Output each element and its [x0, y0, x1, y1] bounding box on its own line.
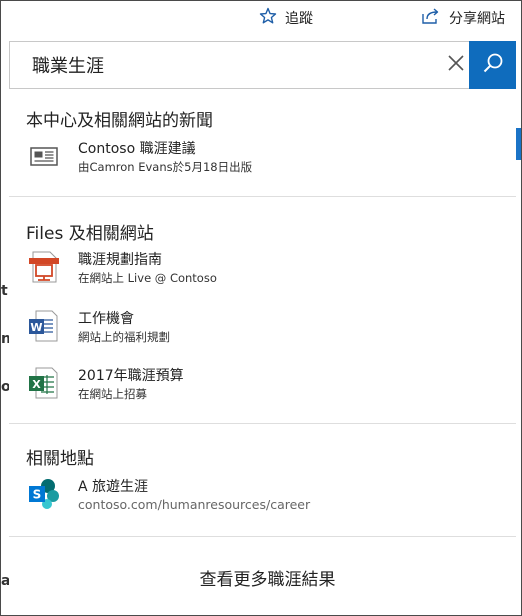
site-result-item[interactable]: S A 旅遊生涯 contoso.com/humanresources/care… — [26, 476, 506, 520]
file-result-item[interactable]: W 工作機會 網站上的福利規劃 — [26, 308, 506, 352]
section-title: 本中心及相關網站的新聞 — [26, 111, 213, 131]
share-site-button[interactable]: 分享網站 — [421, 7, 505, 29]
share-label: 分享網站 — [449, 11, 505, 27]
result-url: contoso.com/humanresources/career — [78, 497, 311, 512]
file-result-item[interactable]: 職涯規劃指南 在網站上 Live @ Contoso — [26, 249, 506, 293]
search-icon — [482, 52, 504, 78]
search-box — [9, 41, 516, 89]
search-button[interactable] — [469, 41, 516, 89]
svg-text:X: X — [32, 378, 41, 391]
share-icon — [421, 7, 441, 29]
sharepoint-site-icon: S — [26, 476, 62, 512]
file-result-item[interactable]: X 2017年職涯預算 在網站上招募 — [26, 365, 506, 409]
presentation-file-icon — [26, 249, 62, 285]
result-title: 2017年職涯預算 — [78, 368, 184, 384]
follow-button[interactable]: 追蹤 — [259, 7, 313, 29]
top-action-bar: 追蹤 分享網站 — [1, 1, 521, 35]
result-subtitle: 由Camron Evans於5月18日出版 — [78, 160, 253, 174]
close-icon — [447, 54, 465, 76]
star-icon — [259, 7, 277, 29]
news-result-item[interactable]: Contoso 職涯建議 由Camron Evans於5月18日出版 — [26, 138, 506, 182]
news-section: 本中心及相關網站的新聞 Contoso 職涯建議 由Camron Evans於5… — [9, 89, 516, 197]
result-title: 職涯規劃指南 — [78, 252, 162, 268]
result-title: 工作機會 — [78, 311, 134, 327]
news-icon — [26, 138, 62, 174]
result-subtitle: 在網站上 Live @ Contoso — [78, 271, 217, 285]
related-sites-section: 相關地點 S A 旅遊生涯 contoso.com/humanresources… — [9, 424, 516, 537]
section-title: Files 及相關網站 — [26, 224, 154, 244]
search-input[interactable] — [10, 42, 436, 88]
search-flyout-window: 追蹤 分享網站 t n o a 本中心及相關網站的新聞 — [0, 0, 522, 616]
result-subtitle: 網站上的福利規劃 — [78, 330, 170, 344]
search-suggestions-panel: 本中心及相關網站的新聞 Contoso 職涯建議 由Camron Evans於5… — [9, 89, 516, 615]
svg-text:S: S — [33, 488, 42, 502]
follow-label: 追蹤 — [285, 11, 313, 27]
svg-text:W: W — [30, 321, 42, 334]
result-subtitle: 在網站上招募 — [78, 387, 147, 401]
word-file-icon: W — [26, 308, 62, 344]
excel-file-icon: X — [26, 365, 62, 401]
files-section: Files 及相關網站 職涯規劃指南 在網站上 Live @ Contoso W… — [9, 197, 516, 424]
see-more-results-link[interactable]: 查看更多職涯結果 — [9, 565, 516, 590]
result-title: Contoso 職涯建議 — [78, 141, 196, 157]
result-title: A 旅遊生涯 — [78, 479, 149, 495]
section-title: 相關地點 — [26, 449, 94, 469]
background-page-text: t — [1, 283, 8, 299]
